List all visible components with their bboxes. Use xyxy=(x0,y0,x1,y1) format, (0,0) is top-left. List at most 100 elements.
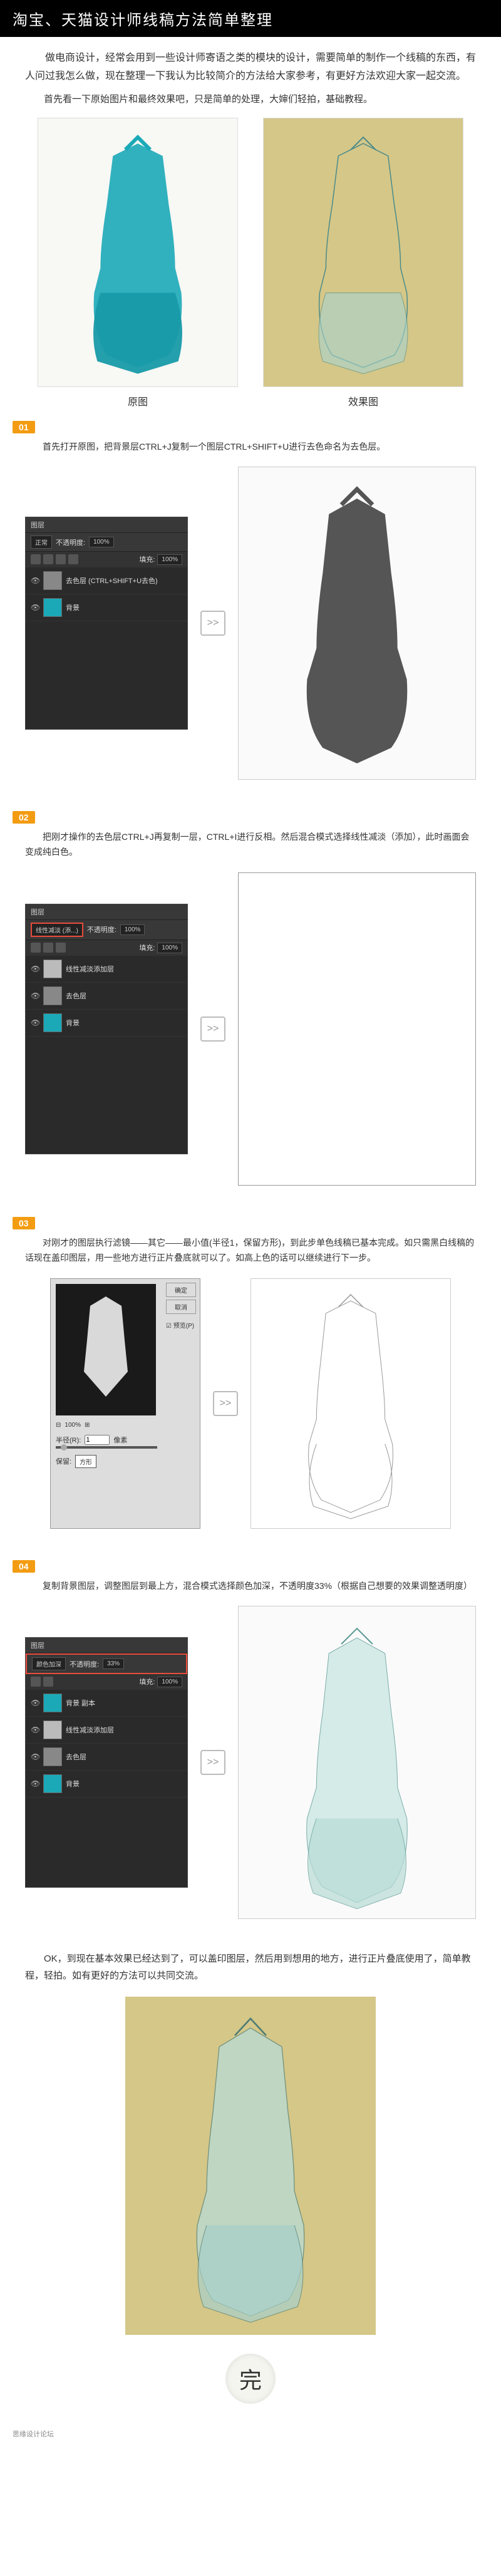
opacity-value[interactable]: 100% xyxy=(89,537,114,547)
visibility-icon[interactable]: 👁 xyxy=(31,603,39,612)
preserve-label: 保留: xyxy=(56,1456,71,1466)
layer-row[interactable]: 👁 背景 副本 xyxy=(26,1690,187,1717)
filter-preview xyxy=(56,1284,156,1415)
cancel-button[interactable]: 取消 xyxy=(166,1300,196,1314)
ok-button[interactable]: 确定 xyxy=(166,1283,196,1297)
blend-mode-highlighted[interactable]: 线性减淡 (添...) xyxy=(31,923,83,937)
step02-result xyxy=(238,872,476,1186)
blend-mode-highlighted[interactable]: 颜色加深 xyxy=(32,1657,66,1670)
visibility-icon[interactable]: 👁 xyxy=(31,965,39,973)
lock-all-icon[interactable] xyxy=(68,554,78,564)
step-badge-03: 03 xyxy=(13,1217,35,1229)
layer-name: 线性减淡添加层 xyxy=(66,1725,114,1735)
lock-pixel-icon[interactable] xyxy=(43,554,53,564)
intro-paragraph-1: 做电商设计，经常会用到一些设计师寄语之类的模块的设计，需要简单的制作一个线稿的东… xyxy=(0,37,501,92)
panel-tab: 图层 xyxy=(26,517,187,533)
lock-position-icon[interactable] xyxy=(56,554,66,564)
opacity-label: 不透明度: xyxy=(70,1659,99,1669)
layer-row[interactable]: 👁 线性减淡添加层 xyxy=(26,956,187,983)
preserve-dropdown[interactable]: 方形 xyxy=(75,1455,96,1468)
fill-value[interactable]: 100% xyxy=(157,943,182,953)
layer-thumb xyxy=(43,571,62,590)
lock-pixel-icon[interactable] xyxy=(43,943,53,953)
step-text-01: 首先打开原图，把背景层CTRL+J复制一个图层CTRL+SHIFT+U进行去色命… xyxy=(0,433,501,461)
arrow-icon: >> xyxy=(200,1016,225,1042)
layer-row[interactable]: 👁 去色层 (CTRL+SHIFT+U去色) xyxy=(26,567,187,594)
footer-credit: 思缘设计论坛 xyxy=(0,2423,501,2451)
page-title: 淘宝、天猫设计师线稿方法简单整理 xyxy=(0,0,501,37)
layer-thumb xyxy=(43,986,62,1005)
layer-name: 线性减淡添加层 xyxy=(66,964,114,974)
visibility-icon[interactable]: 👁 xyxy=(31,1779,39,1788)
layer-row[interactable]: 👁 线性减淡添加层 xyxy=(26,1717,187,1744)
visibility-icon[interactable]: 👁 xyxy=(31,1725,39,1734)
visibility-icon[interactable]: 👁 xyxy=(31,1752,39,1761)
final-result-image xyxy=(125,1997,376,2335)
visibility-icon[interactable]: 👁 xyxy=(31,991,39,1000)
layer-name: 背景 xyxy=(66,603,80,613)
preview-checkbox-label[interactable]: 预览(P) xyxy=(173,1323,194,1330)
layer-thumb xyxy=(43,1720,62,1739)
lock-icon[interactable] xyxy=(31,943,41,953)
layers-panel-04: 图层 颜色加深 不透明度: 33% 填充: 100% 👁 背景 副本 👁 xyxy=(25,1637,188,1888)
layer-row[interactable]: 👁 背景 xyxy=(26,1010,187,1037)
filter-dialog: ⊟100%⊞ 半径(R): 像素 保留: 方形 确定 取消 ☑ 预览(P) xyxy=(50,1278,200,1529)
fill-label: 填充: xyxy=(139,1677,155,1687)
fill-value[interactable]: 100% xyxy=(157,554,182,565)
opacity-label: 不透明度: xyxy=(56,537,85,547)
step-text-02: 把刚才操作的去色层CTRL+J再复制一层，CTRL+I进行反相。然后混合模式选择… xyxy=(0,824,501,866)
intro-paragraph-2: 首先看一下原始图片和最终效果吧，只是简单的处理，大婶们轻拍，基础教程。 xyxy=(0,92,501,118)
layers-panel-02: 图层 线性减淡 (添...) 不透明度: 100% 填充: 100% 👁 线性减… xyxy=(25,904,188,1154)
opacity-value[interactable]: 100% xyxy=(120,924,145,935)
layer-name: 背景 xyxy=(66,1018,80,1028)
layer-row[interactable]: 👁 去色层 xyxy=(26,1744,187,1771)
layer-row[interactable]: 👁 背景 xyxy=(26,1771,187,1798)
layer-thumb xyxy=(43,1013,62,1032)
layer-thumb xyxy=(43,960,62,978)
layer-thumb xyxy=(43,598,62,617)
visibility-icon[interactable]: 👁 xyxy=(31,1018,39,1027)
step01-result xyxy=(238,467,476,780)
layer-thumb xyxy=(43,1694,62,1712)
lock-icon[interactable] xyxy=(31,554,41,564)
lock-icon[interactable] xyxy=(31,1677,41,1687)
layer-name: 背景 副本 xyxy=(66,1698,95,1708)
layer-thumb xyxy=(43,1747,62,1766)
step04-result xyxy=(238,1606,476,1919)
visibility-icon[interactable]: 👁 xyxy=(31,1699,39,1707)
lock-position-icon[interactable] xyxy=(56,943,66,953)
radius-input[interactable] xyxy=(85,1435,110,1445)
layer-thumb xyxy=(43,1774,62,1793)
step-badge-02: 02 xyxy=(13,811,35,824)
layer-row[interactable]: 👁 背景 xyxy=(26,594,187,621)
layer-name: 去色层 xyxy=(66,991,86,1001)
step-text-04: 复制背景图层，调整图层到最上方，混合模式选择颜色加深，不透明度33%（根据自己想… xyxy=(0,1573,501,1600)
opacity-value[interactable]: 33% xyxy=(103,1658,124,1669)
step-text-03: 对刚才的图层执行滤镜——其它——最小值(半径1，保留方形)，到此步单色线稿已基本… xyxy=(0,1229,501,1272)
layer-name: 去色层 xyxy=(66,1752,86,1762)
layer-row[interactable]: 👁 去色层 xyxy=(26,983,187,1010)
panel-tab: 图层 xyxy=(26,1638,187,1653)
zoom-value: 100% xyxy=(65,1422,81,1429)
layer-name: 去色层 (CTRL+SHIFT+U去色) xyxy=(66,576,158,586)
final-paragraph: OK，到现在基本效果已经达到了，可以盖印图层，然后用到想用的地方，进行正片叠底使… xyxy=(0,1938,501,1997)
visibility-icon[interactable]: 👁 xyxy=(31,576,39,585)
result-image xyxy=(263,118,463,387)
radius-unit: 像素 xyxy=(113,1435,127,1445)
radius-label: 半径(R): xyxy=(56,1435,81,1445)
fill-label: 填充: xyxy=(139,943,155,953)
opacity-label: 不透明度: xyxy=(87,924,116,934)
lock-pixel-icon[interactable] xyxy=(43,1677,53,1687)
original-label: 原图 xyxy=(38,393,238,408)
blend-mode[interactable]: 正常 xyxy=(31,535,52,549)
original-image xyxy=(38,118,238,387)
fill-value[interactable]: 100% xyxy=(157,1677,182,1687)
step-badge-01: 01 xyxy=(13,421,35,433)
step-badge-04: 04 xyxy=(13,1560,35,1573)
arrow-icon: >> xyxy=(200,1750,225,1775)
compare-section: 原图 效果图 xyxy=(0,118,501,408)
end-badge: 完 xyxy=(225,2354,276,2404)
fill-label: 填充: xyxy=(139,554,155,565)
layer-name: 背景 xyxy=(66,1779,80,1789)
result-label: 效果图 xyxy=(263,393,463,408)
